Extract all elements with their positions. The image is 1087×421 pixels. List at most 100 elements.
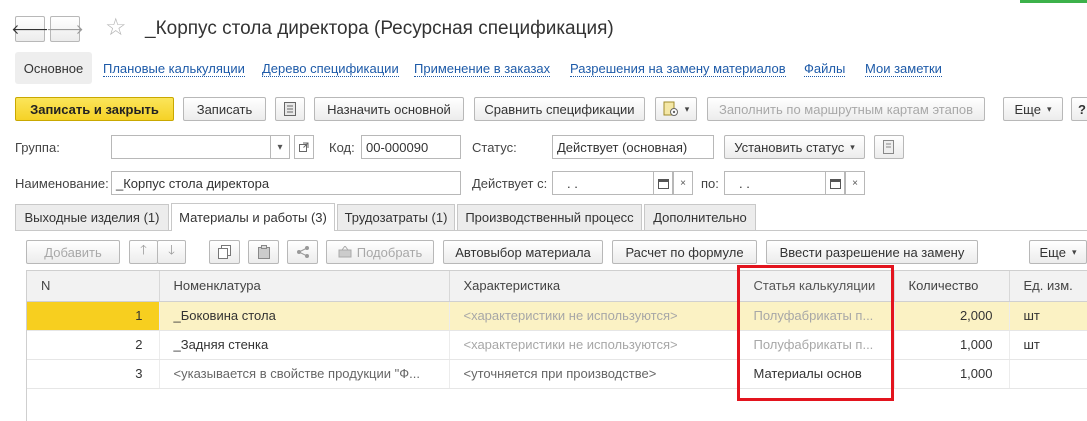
status-field: Действует (основная) <box>552 135 714 159</box>
name-field[interactable]: _Корпус стола директора <box>111 171 461 195</box>
clear-icon: × <box>680 177 686 189</box>
valid-from-clear-button[interactable]: × <box>673 171 693 195</box>
compare-specs-button[interactable]: Сравнить спецификации <box>474 97 645 121</box>
valid-from-calendar-button[interactable] <box>653 171 673 195</box>
tab-production-process[interactable]: Производственный процесс <box>457 204 642 230</box>
cell-unit[interactable] <box>1009 359 1087 389</box>
top-edge-marker <box>1020 0 1087 3</box>
table-row[interactable]: 3 <указывается в свойстве продукции "Ф..… <box>27 359 1087 389</box>
tab-labor-costs[interactable]: Трудозатраты (1) <box>337 204 455 230</box>
valid-from-field[interactable]: . . <box>552 171 654 195</box>
cell-quantity[interactable]: 1,000 <box>894 330 1010 360</box>
column-header-characteristic[interactable]: Характеристика <box>449 271 740 302</box>
group-dropdown-button[interactable]: ▾ <box>270 135 290 159</box>
code-label: Код: <box>329 140 355 155</box>
nav-item-main-label: Основное <box>23 60 84 76</box>
calendar-icon <box>657 178 669 189</box>
table-header-row: N Номенклатура Характеристика Статья кал… <box>27 271 1087 302</box>
cell-quantity[interactable]: 2,000 <box>894 301 1010 331</box>
help-button[interactable]: ? <box>1071 97 1087 121</box>
clear-icon: × <box>852 177 858 189</box>
name-label: Наименование: <box>15 176 109 191</box>
set-main-button[interactable]: Назначить основной <box>314 97 464 121</box>
cell-nomenclature[interactable]: <указывается в свойстве продукции "Ф... <box>159 359 450 389</box>
more-button-label: Еще <box>1014 101 1041 117</box>
arrow-up-icon: 🡑 <box>140 242 147 257</box>
cell-nomenclature[interactable]: _Боковина стола <box>159 301 450 331</box>
cell-characteristic[interactable]: <характеристики не используются> <box>449 301 740 331</box>
valid-to-calendar-button[interactable] <box>825 171 845 195</box>
materials-table[interactable]: N Номенклатура Характеристика Статья кал… <box>26 270 1087 421</box>
favorite-star-icon[interactable]: ☆ <box>105 14 127 42</box>
pick-button[interactable]: Подобрать <box>326 240 434 264</box>
arrow-down-icon: 🡓 <box>168 242 175 257</box>
cell-unit[interactable]: шт <box>1009 330 1087 360</box>
column-header-quantity[interactable]: Количество <box>894 271 1010 302</box>
calc-by-formula-button[interactable]: Расчет по формуле <box>612 240 757 264</box>
set-status-label: Установить статус <box>734 139 845 155</box>
back-button[interactable]: 🡐 <box>11 16 49 42</box>
status-label: Статус: <box>472 140 517 155</box>
table-row[interactable]: 2 _Задняя стенка <характеристики не испо… <box>27 330 1087 360</box>
save-and-close-button[interactable]: Записать и закрыть <box>15 97 174 121</box>
chevron-down-icon: ▾ <box>277 141 283 153</box>
code-field[interactable]: 00-000090 <box>361 135 461 159</box>
tab-output-products[interactable]: Выходные изделия (1) <box>15 204 169 230</box>
document-list-icon <box>284 102 296 116</box>
cell-n[interactable]: 2 <box>27 330 160 360</box>
move-up-button[interactable]: 🡑 <box>129 240 158 264</box>
paste-row-button[interactable] <box>248 240 279 264</box>
more-button[interactable]: Еще ▾ <box>1003 97 1063 121</box>
cell-cost-article[interactable]: Полуфабрикаты п... <box>739 301 895 331</box>
tab-additional[interactable]: Дополнительно <box>644 204 756 230</box>
column-header-n[interactable]: N <box>27 271 160 302</box>
valid-to-clear-button[interactable]: × <box>845 171 865 195</box>
cell-n[interactable]: 1 <box>27 301 160 331</box>
tab-materials-and-works[interactable]: Материалы и работы (3) <box>171 203 335 231</box>
set-status-button[interactable]: Установить статус ▾ <box>724 135 865 159</box>
add-row-button[interactable]: Добавить <box>26 240 120 264</box>
cell-unit[interactable]: шт <box>1009 301 1087 331</box>
status-history-button[interactable] <box>874 135 904 159</box>
nav-link-my-notes[interactable]: Мои заметки <box>865 61 942 77</box>
cell-characteristic[interactable]: <характеристики не используются> <box>449 330 740 360</box>
nav-item-main[interactable]: Основное <box>15 52 92 84</box>
share-button[interactable] <box>287 240 318 264</box>
cell-quantity[interactable]: 1,000 <box>894 359 1010 389</box>
cell-cost-article[interactable]: Полуфабрикаты п... <box>739 330 895 360</box>
valid-to-field[interactable]: . . <box>724 171 826 195</box>
valid-to-label: по: <box>701 176 719 191</box>
cell-nomenclature[interactable]: _Задняя стенка <box>159 330 450 360</box>
document-actions-button[interactable]: ▾ <box>655 97 697 121</box>
share-icon <box>296 246 309 258</box>
table-more-button[interactable]: Еще ▾ <box>1029 240 1087 264</box>
fill-by-route-cards-button[interactable]: Заполнить по маршрутным картам этапов <box>707 97 985 121</box>
save-button[interactable]: Записать <box>183 97 266 121</box>
cell-n[interactable]: 3 <box>27 359 160 389</box>
nav-link-files[interactable]: Файлы <box>804 61 846 77</box>
paste-icon <box>257 245 270 259</box>
copy-row-button[interactable] <box>209 240 240 264</box>
group-open-button[interactable] <box>294 135 314 159</box>
document-edit-icon <box>882 139 894 154</box>
column-header-nomenclature[interactable]: Номенклатура <box>159 271 450 302</box>
auto-select-material-button[interactable]: Автовыбор материала <box>443 240 603 264</box>
forward-button[interactable]: 🡒 <box>46 16 84 42</box>
move-down-button[interactable]: 🡓 <box>157 240 186 264</box>
arrow-right-icon: 🡒 <box>46 20 84 37</box>
nav-link-replacement-permissions[interactable]: Разрешения на замену материалов <box>570 61 786 77</box>
cell-cost-article[interactable]: Материалы основ <box>739 359 895 389</box>
nav-link-orders-usage[interactable]: Применение в заказах <box>414 61 551 77</box>
print-button[interactable] <box>275 97 305 121</box>
page-title: _Корпус стола директора (Ресурсная специ… <box>145 18 614 39</box>
nav-link-plan-calc[interactable]: Плановые калькуляции <box>103 61 245 77</box>
open-link-icon <box>299 142 309 152</box>
nav-link-spec-tree[interactable]: Дерево спецификации <box>262 61 399 77</box>
pick-button-label: Подобрать <box>356 244 423 260</box>
column-header-unit[interactable]: Ед. изм. <box>1009 271 1087 302</box>
table-row[interactable]: 1 _Боковина стола <характеристики не исп… <box>27 301 1087 331</box>
cell-characteristic[interactable]: <уточняется при производстве> <box>449 359 740 389</box>
enter-replacement-permission-button[interactable]: Ввести разрешение на замену <box>766 240 978 264</box>
group-field[interactable] <box>111 135 271 159</box>
column-header-cost-article[interactable]: Статья калькуляции <box>739 271 895 302</box>
